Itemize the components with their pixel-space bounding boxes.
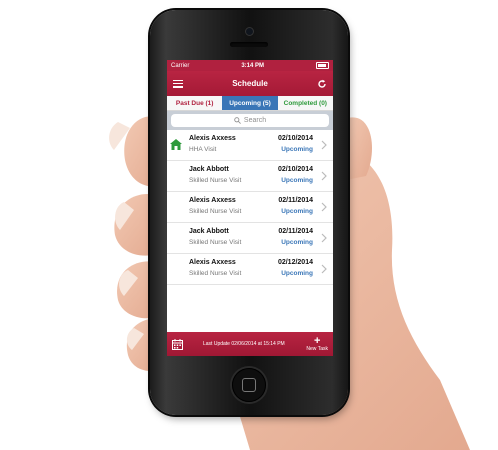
tab-upcoming[interactable]: Upcoming (5) bbox=[222, 96, 278, 110]
patient-name: Jack Abbott bbox=[189, 228, 229, 235]
house-icon bbox=[170, 139, 182, 150]
earpiece-speaker bbox=[230, 42, 268, 47]
chevron-right-icon bbox=[321, 264, 327, 274]
visit-date: 02/10/2014 bbox=[277, 135, 313, 142]
chevron-right-icon bbox=[321, 233, 327, 243]
search-bar: Search bbox=[167, 111, 333, 130]
filter-tabs: Past Due (1) Upcoming (5) Completed (0) bbox=[167, 96, 333, 111]
chevron-right-icon bbox=[321, 171, 327, 181]
refresh-icon[interactable] bbox=[317, 79, 327, 89]
visit-type: Skilled Nurse Visit bbox=[189, 208, 242, 215]
visit-type: HHA Visit bbox=[189, 146, 217, 153]
visit-status: Upcoming bbox=[281, 208, 313, 215]
battery-icon bbox=[316, 62, 329, 69]
visit-date: 02/11/2014 bbox=[278, 197, 313, 204]
list-item[interactable]: Jack Abbott Skilled Nurse Visit 02/11/20… bbox=[167, 223, 333, 254]
visit-date: 02/12/2014 bbox=[277, 259, 313, 266]
clock: 3:14 PM bbox=[241, 62, 265, 69]
nav-bar: Schedule bbox=[167, 71, 333, 96]
visit-type: Skilled Nurse Visit bbox=[189, 177, 242, 184]
chevron-right-icon bbox=[321, 202, 327, 212]
visit-date: 02/11/2014 bbox=[278, 228, 313, 235]
list-item[interactable]: Alexis Axxess HHA Visit 02/10/2014 Upcom… bbox=[167, 130, 333, 161]
menu-icon[interactable] bbox=[173, 79, 183, 88]
search-placeholder: Search bbox=[243, 117, 267, 124]
new-task-label: New Task bbox=[306, 345, 328, 352]
app-screen: Carrier 3:14 PM Schedule Past Due (1) Up… bbox=[167, 60, 333, 356]
tab-past-due[interactable]: Past Due (1) bbox=[167, 96, 223, 110]
footer-bar: Last Update 02/06/2014 at 15:14 PM + New… bbox=[167, 332, 333, 356]
visit-status: Upcoming bbox=[281, 177, 313, 184]
visit-type: Skilled Nurse Visit bbox=[189, 270, 242, 277]
calendar-icon[interactable] bbox=[172, 338, 183, 350]
search-input[interactable]: Search bbox=[171, 114, 329, 127]
page-title: Schedule bbox=[232, 79, 268, 88]
visit-date: 02/10/2014 bbox=[277, 166, 313, 173]
patient-name: Alexis Axxess bbox=[189, 259, 236, 266]
visit-type: Skilled Nurse Visit bbox=[189, 239, 242, 246]
visit-list: Alexis Axxess HHA Visit 02/10/2014 Upcom… bbox=[167, 130, 333, 285]
plus-icon: + bbox=[313, 334, 321, 347]
last-update-text: Last Update 02/06/2014 at 15:14 PM bbox=[203, 341, 285, 347]
list-item[interactable]: Alexis Axxess Skilled Nurse Visit 02/11/… bbox=[167, 192, 333, 223]
list-item[interactable]: Alexis Axxess Skilled Nurse Visit 02/12/… bbox=[167, 254, 333, 285]
visit-status: Upcoming bbox=[281, 239, 313, 246]
tab-completed[interactable]: Completed (0) bbox=[277, 96, 333, 110]
patient-name: Jack Abbott bbox=[189, 166, 229, 173]
visit-status: Upcoming bbox=[281, 146, 313, 153]
status-bar: Carrier 3:14 PM bbox=[167, 60, 333, 71]
front-camera bbox=[246, 28, 253, 35]
visit-status: Upcoming bbox=[281, 270, 313, 277]
new-task-button[interactable]: + New Task bbox=[306, 334, 328, 352]
home-button[interactable] bbox=[232, 368, 266, 402]
patient-name: Alexis Axxess bbox=[189, 197, 236, 204]
chevron-right-icon bbox=[321, 140, 327, 150]
carrier-label: Carrier bbox=[171, 62, 190, 69]
search-icon bbox=[234, 117, 241, 124]
patient-name: Alexis Axxess bbox=[189, 135, 236, 142]
list-item[interactable]: Jack Abbott Skilled Nurse Visit 02/10/20… bbox=[167, 161, 333, 192]
